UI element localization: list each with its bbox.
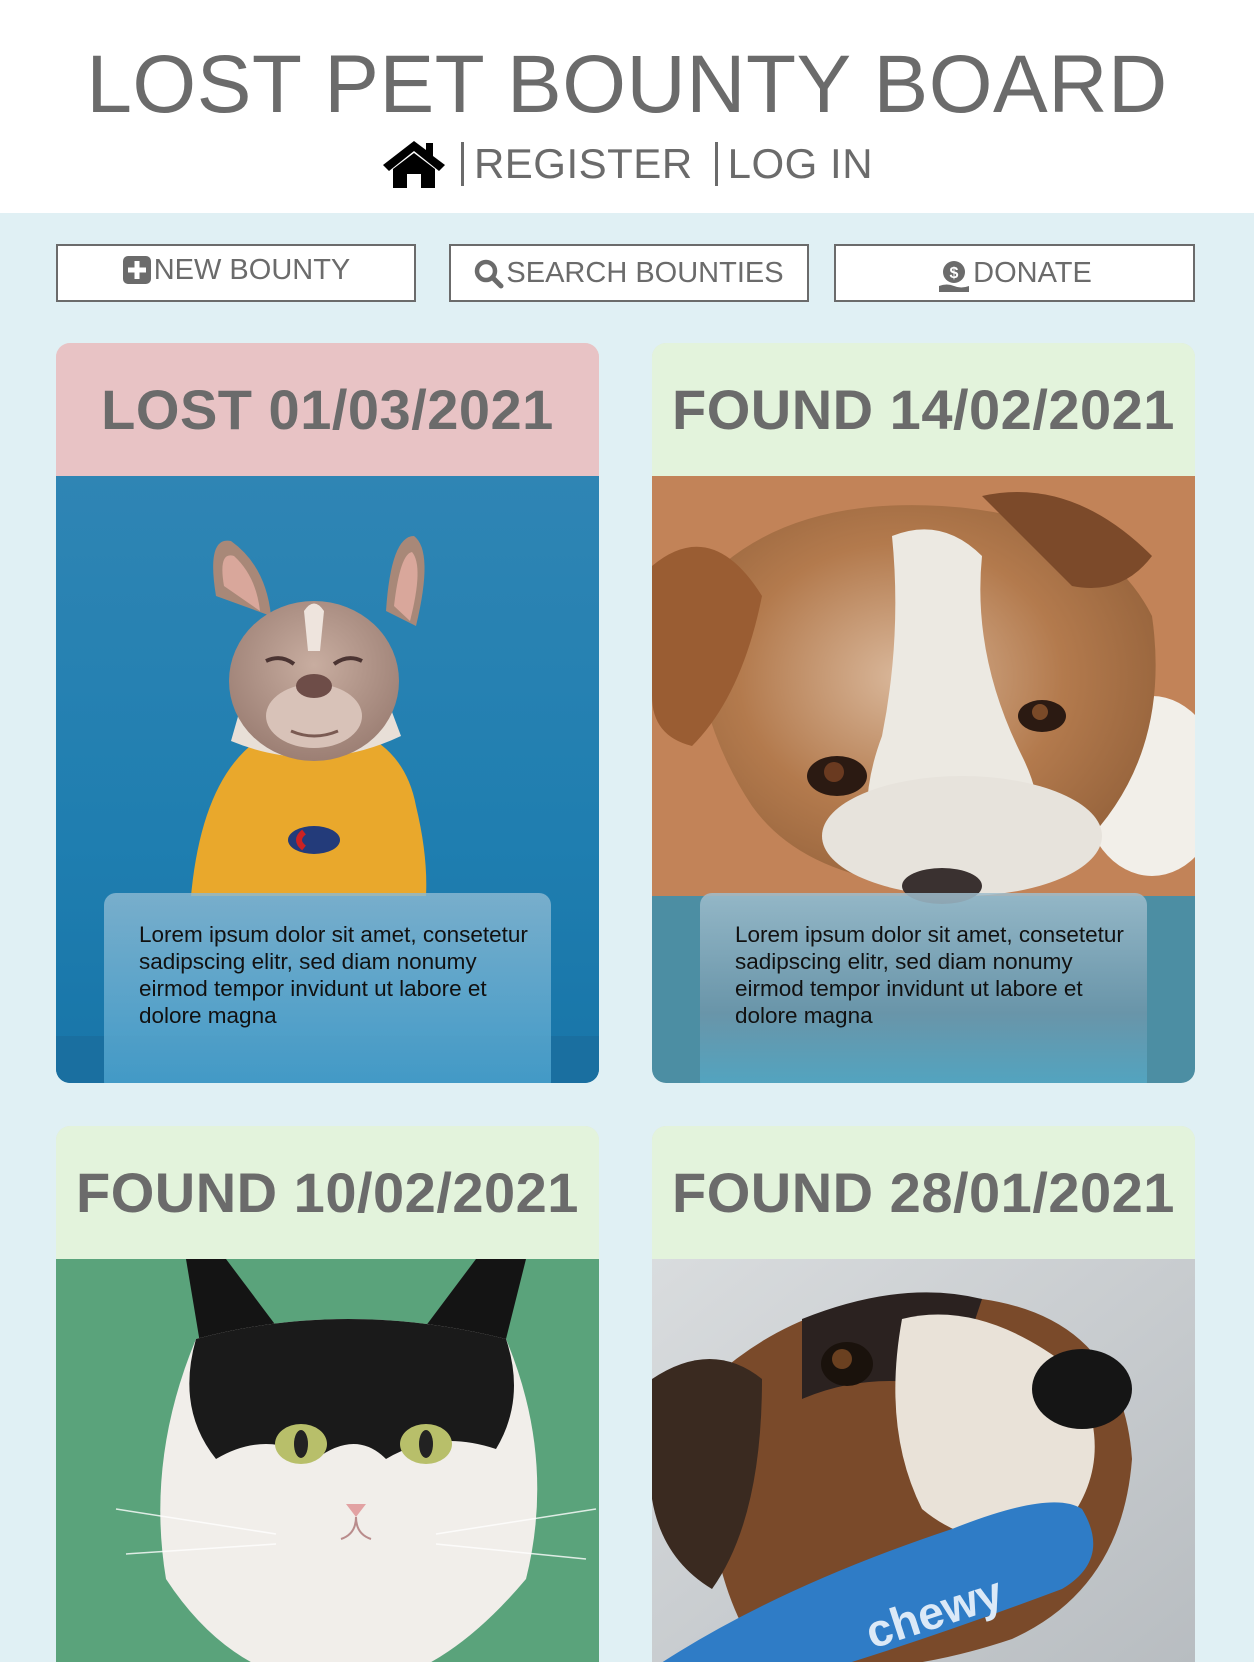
pet-photo xyxy=(56,1259,599,1662)
nav-divider xyxy=(460,142,464,186)
magnifier-icon xyxy=(474,259,504,289)
login-link[interactable]: LOG IN xyxy=(728,140,873,188)
bounty-board: NEW BOUNTY SEARCH BOUNTIES $ DONATE LOST… xyxy=(0,213,1254,1662)
new-bounty-label: NEW BOUNTY xyxy=(153,253,351,286)
card-status-header: FOUND 10/02/2021 xyxy=(56,1126,599,1259)
card-status-header: FOUND 28/01/2021 xyxy=(652,1126,1195,1259)
home-icon[interactable] xyxy=(381,137,447,191)
bounty-card[interactable]: FOUND 14/02/2021 Lorem ipsum dolor sit a… xyxy=(652,343,1195,1083)
nav-divider xyxy=(714,142,718,186)
bounty-card[interactable]: FOUND 10/02/2021 xyxy=(56,1126,599,1662)
dollar-coin-hand-icon: $ xyxy=(937,259,971,293)
svg-text:$: $ xyxy=(950,265,959,282)
card-description: Lorem ipsum dolor sit amet, consetetur s… xyxy=(104,893,551,1083)
register-link[interactable]: REGISTER xyxy=(474,140,693,188)
donate-label: DONATE xyxy=(973,256,1092,289)
search-bounties-label: SEARCH BOUNTIES xyxy=(506,256,784,289)
card-description: Lorem ipsum dolor sit amet, consetetur s… xyxy=(700,893,1147,1083)
bounty-card[interactable]: LOST 01/03/2021 Lorem ipsum dolor sit am… xyxy=(56,343,599,1083)
card-status-header: FOUND 14/02/2021 xyxy=(652,343,1195,476)
top-nav: REGISTER LOG IN xyxy=(0,134,1254,194)
new-bounty-button[interactable]: NEW BOUNTY xyxy=(56,244,416,302)
donate-button[interactable]: $ DONATE xyxy=(834,244,1195,302)
site-title: LOST PET BOUNTY BOARD xyxy=(86,39,1168,130)
plus-square-icon xyxy=(122,255,152,285)
card-status-header: LOST 01/03/2021 xyxy=(56,343,599,476)
bounty-card[interactable]: FOUND 28/01/2021 chewy xyxy=(652,1126,1195,1662)
pet-photo: chewy xyxy=(652,1259,1195,1662)
site-header: LOST PET BOUNTY BOARD REGISTER LOG IN xyxy=(0,0,1254,213)
search-bounties-button[interactable]: SEARCH BOUNTIES xyxy=(449,244,809,302)
